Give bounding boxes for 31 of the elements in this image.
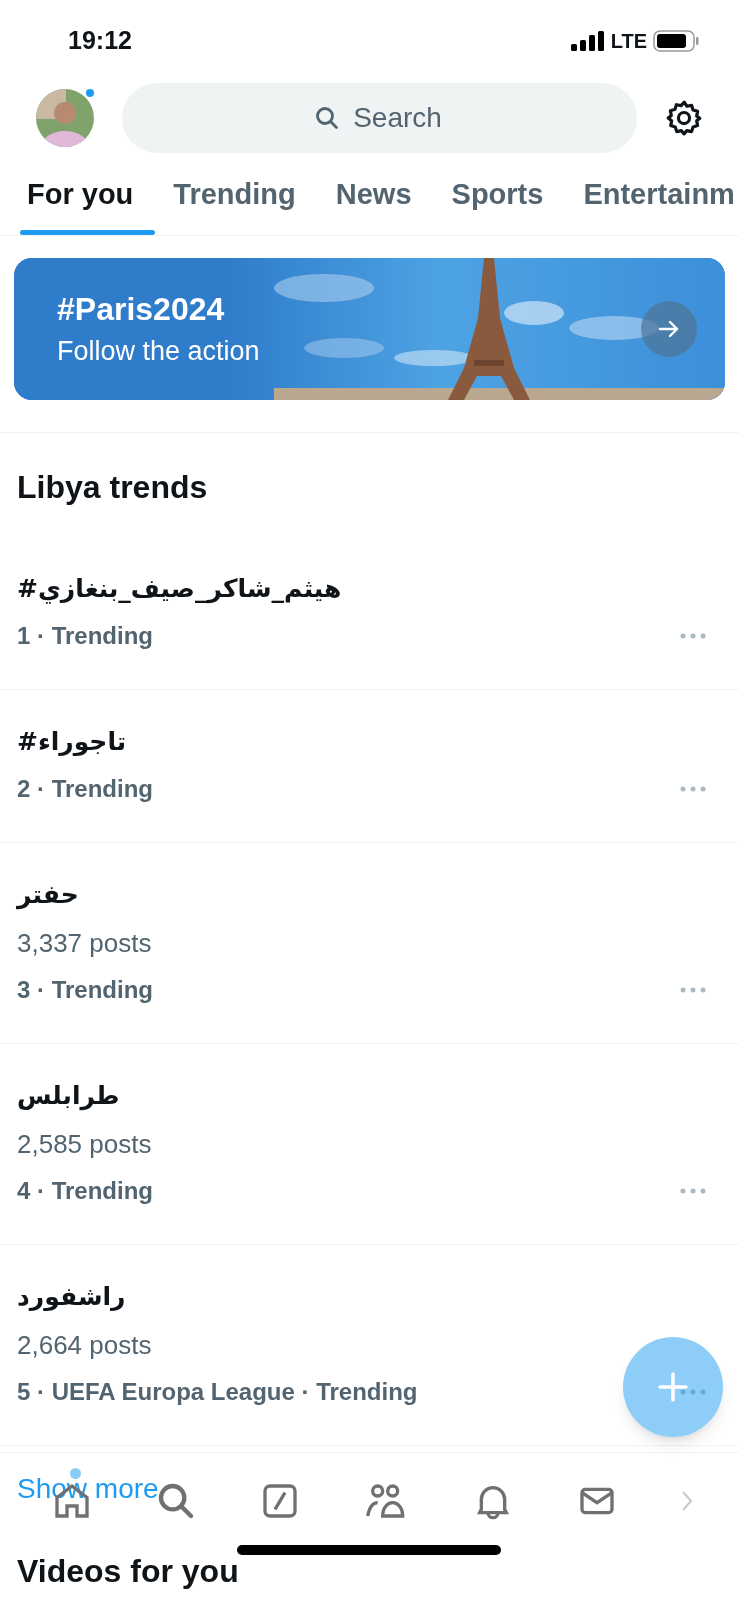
plus-icon [658,1372,688,1402]
tab[interactable]: Sports [431,154,564,235]
banner-subtitle: Follow the action [57,335,261,369]
trend-context: 5 · UEFA Europa League · Trending [17,1377,418,1407]
trend-title[interactable]: #هيثم_شاكر_صيف_بنغازي [17,573,680,605]
tab[interactable]: News [315,154,432,235]
settings-icon[interactable] [665,99,703,137]
trend-title[interactable]: طرابلس [17,1080,680,1112]
search-icon [315,106,339,130]
tab[interactable]: For you [0,154,154,235]
signal-icon [570,31,605,51]
section-title: Libya trends [17,468,209,507]
status-time: 19:12 [68,25,132,57]
trend-title[interactable]: راشفورد [17,1281,680,1313]
trend-context: 3 · Trending [17,975,153,1005]
banner-title: #Paris2024 [57,290,226,330]
post-count: 3,337 posts [17,927,153,959]
network-label: LTE [610,29,647,54]
trend-title[interactable]: حفتر [17,879,680,911]
promo-banner[interactable]: #Paris2024 Follow the action [14,258,725,400]
trend-context: 1 · Trending [17,621,153,651]
trend-context: 4 · Trending [17,1176,153,1206]
trend-title[interactable]: #تاجوراء [17,726,680,758]
tab[interactable]: Entertainm [563,154,739,235]
post-count: 2,664 posts [17,1329,153,1361]
section-title: Videos for you [17,1554,239,1588]
battery-icon [653,30,699,52]
search-field[interactable]: Search [122,83,637,153]
trend-context: 2 · Trending [17,774,153,804]
post-count: 2,585 posts [17,1128,153,1160]
tab[interactable]: Trending [153,154,316,235]
